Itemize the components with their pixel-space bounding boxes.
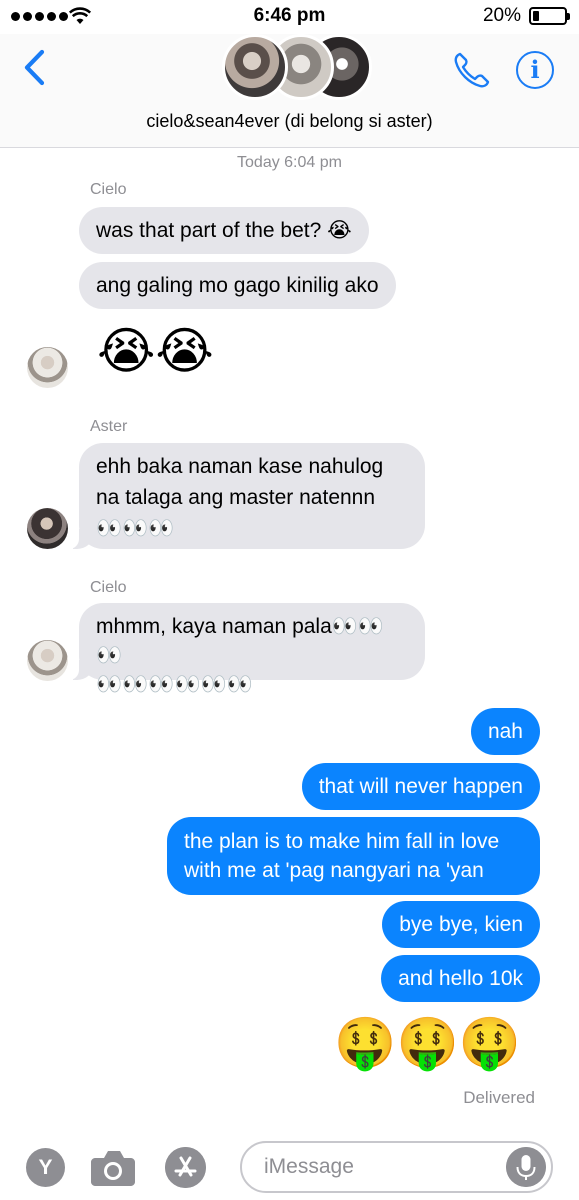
chevron-left-icon[interactable] xyxy=(20,48,50,88)
message-bubble-incoming[interactable]: ang galing mo gago kinilig ako xyxy=(79,262,396,309)
message-bubble-outgoing[interactable]: and hello 10k xyxy=(381,955,540,1002)
group-name[interactable]: cielo&sean4ever (di belong si aster) xyxy=(0,111,579,132)
message-text-line: with me at 'pag nangyari na 'yan xyxy=(184,859,484,882)
status-bar: 6:46 pm 20% xyxy=(0,0,579,34)
avatar[interactable] xyxy=(27,347,68,388)
message-bubble-outgoing[interactable]: that will never happen xyxy=(301,763,540,810)
message-text: bye bye, kien xyxy=(399,913,523,936)
message-text: that will never happen xyxy=(318,775,523,798)
message-text-line: na talaga ang master natennn xyxy=(96,486,376,509)
message-bubble-outgoing[interactable]: nah xyxy=(470,708,540,755)
sender-name: Cielo xyxy=(90,579,127,596)
conversation-header: i cielo&sean4ever (di belong si aster) xyxy=(0,34,579,148)
info-icon[interactable]: i xyxy=(516,51,554,89)
emoji-message[interactable]: 🤑🤑🤑 xyxy=(334,1015,521,1071)
message-text: nah xyxy=(487,720,523,743)
phone-icon[interactable] xyxy=(452,50,492,90)
delivered-status: Delivered xyxy=(463,1088,535,1107)
message-text: and hello 10k xyxy=(398,967,523,990)
camera-icon[interactable] xyxy=(90,1146,136,1188)
message-text-line: 👀👀👀 xyxy=(96,517,175,540)
conversation-timestamp: Today 6:04 pm xyxy=(237,154,342,171)
group-avatars[interactable] xyxy=(222,34,372,102)
avatar[interactable] xyxy=(27,508,68,549)
message-text: ang galing mo gago kinilig ako xyxy=(96,274,379,297)
message-bubble-outgoing[interactable]: bye bye, kien xyxy=(382,901,540,948)
avatar xyxy=(222,34,288,100)
message-text-line: mhmm, kaya naman pala👀👀👀 xyxy=(96,615,385,667)
message-text-line: ehh baka naman kase nahulog xyxy=(96,455,384,478)
app-store-icon[interactable] xyxy=(165,1147,206,1188)
message-input-bar: Y xyxy=(0,1132,579,1200)
avatar[interactable] xyxy=(27,640,68,681)
emoji-message[interactable]: 😭😭 xyxy=(97,323,214,379)
message-bubble-incoming[interactable]: mhmm, kaya naman pala👀👀👀 👀👀👀👀👀👀 xyxy=(69,603,425,696)
message-text: was that part of the bet? 😭 xyxy=(96,219,352,242)
microphone-icon[interactable] xyxy=(506,1147,546,1187)
sender-name: Cielo xyxy=(90,181,127,198)
battery-icon xyxy=(529,7,570,25)
imessage-input[interactable] xyxy=(264,1143,504,1191)
y-app-button[interactable]: Y xyxy=(26,1148,65,1187)
message-bubble-incoming[interactable]: was that part of the bet? 😭 xyxy=(79,207,369,254)
sender-name: Aster xyxy=(90,418,128,435)
message-bubble-outgoing[interactable]: the plan is to make him fall in love wit… xyxy=(167,817,540,895)
battery-percent: 20% xyxy=(482,5,521,26)
message-text-line: 👀👀👀👀👀👀 xyxy=(96,673,253,696)
message-text-line: the plan is to make him fall in love xyxy=(184,830,500,853)
message-bubble-incoming[interactable]: ehh baka naman kase nahulog na talaga an… xyxy=(69,443,425,549)
imessage-field[interactable] xyxy=(240,1141,553,1193)
